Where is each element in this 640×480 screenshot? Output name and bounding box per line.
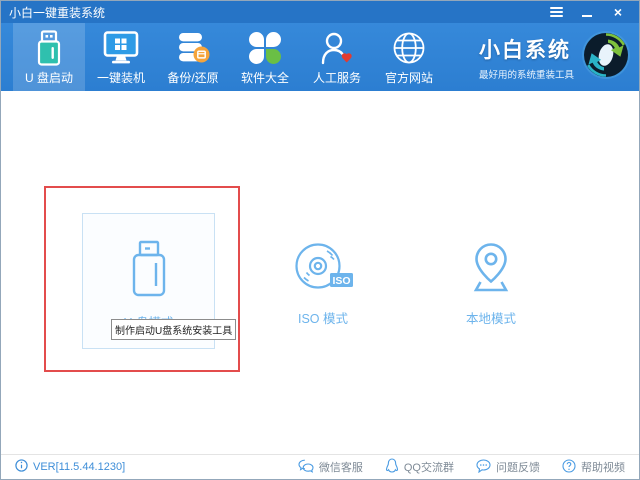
link-label: QQ交流群 <box>404 459 454 475</box>
nav-item-label: U 盘启动 <box>25 69 73 86</box>
version-text: VER[11.5.44.1230] <box>33 461 125 473</box>
link-label: 微信客服 <box>319 459 363 475</box>
backup-disks-icon <box>176 29 210 67</box>
nav-item-label: 一键装机 <box>97 69 145 86</box>
usb-outline-icon <box>126 240 172 302</box>
window-title: 小白一键重装系统 <box>9 4 105 21</box>
mode-label: 本地模式 <box>466 308 516 327</box>
nav-item-backup-restore[interactable]: 备份/还原 <box>157 23 229 91</box>
iso-badge-text: ISO <box>332 275 350 287</box>
link-help-video[interactable]: 帮助视频 <box>562 459 625 476</box>
status-bar: VER[11.5.44.1230] 微信客服 QQ交流群 <box>1 454 639 479</box>
nav-item-human-service[interactable]: 人工服务 <box>301 23 373 91</box>
nav-item-label: 官方网站 <box>385 69 433 86</box>
link-feedback[interactable]: 问题反馈 <box>476 459 540 476</box>
mode-iso[interactable]: ISO ISO 模式 <box>267 241 379 327</box>
nav-bar: U 盘启动 一键装机 <box>1 23 639 91</box>
wechat-icon <box>298 459 314 476</box>
link-qq-group[interactable]: QQ交流群 <box>385 458 454 476</box>
usb-drive-icon <box>35 29 63 67</box>
status-links: 微信客服 QQ交流群 <box>298 458 625 476</box>
qq-icon <box>385 458 399 476</box>
close-icon[interactable]: × <box>611 4 625 20</box>
monitor-icon <box>103 29 139 67</box>
help-circle-icon <box>562 459 576 476</box>
nav-item-label: 人工服务 <box>313 69 361 86</box>
refresh-arrows-logo <box>581 30 631 85</box>
mode-local[interactable]: 本地模式 <box>435 241 547 327</box>
menu-icon[interactable] <box>549 4 563 20</box>
nav-item-label: 软件大全 <box>241 69 289 86</box>
globe-icon <box>392 29 426 67</box>
nav-item-official-website[interactable]: 官方网站 <box>373 23 445 91</box>
version-info: VER[11.5.44.1230] <box>15 459 125 475</box>
link-label: 帮助视频 <box>581 459 625 475</box>
app-window: 小白一键重装系统 × U 盘启动 <box>0 0 640 480</box>
brand-tagline: 最好用的系统重装工具 <box>479 67 574 81</box>
software-grid-icon <box>249 29 281 67</box>
minimize-icon[interactable] <box>580 4 594 20</box>
link-wechat-service[interactable]: 微信客服 <box>298 459 363 476</box>
nav-item-usb-boot[interactable]: U 盘启动 <box>13 23 85 91</box>
nav-item-label: 备份/还原 <box>167 69 218 86</box>
title-bar: 小白一键重装系统 × <box>1 1 639 23</box>
feedback-bubble-icon <box>476 459 491 476</box>
nav-item-software-collection[interactable]: 软件大全 <box>229 23 301 91</box>
location-pin-icon <box>463 241 519 300</box>
info-icon <box>15 459 28 475</box>
brand-name: 小白系统 <box>479 34 574 64</box>
main-content: U 盘模式 制作启动U盘系统安装工具 ISO <box>1 91 639 454</box>
nav-item-one-click-install[interactable]: 一键装机 <box>85 23 157 91</box>
mode-label: ISO 模式 <box>298 308 348 327</box>
usb-mode-tooltip: 制作启动U盘系统安装工具 <box>111 319 236 340</box>
link-label: 问题反馈 <box>496 459 540 475</box>
iso-disc-icon: ISO <box>292 241 354 300</box>
brand-area: 小白系统 最好用的系统重装工具 <box>479 23 639 91</box>
window-controls: × <box>549 4 631 20</box>
person-heart-icon <box>320 29 354 67</box>
